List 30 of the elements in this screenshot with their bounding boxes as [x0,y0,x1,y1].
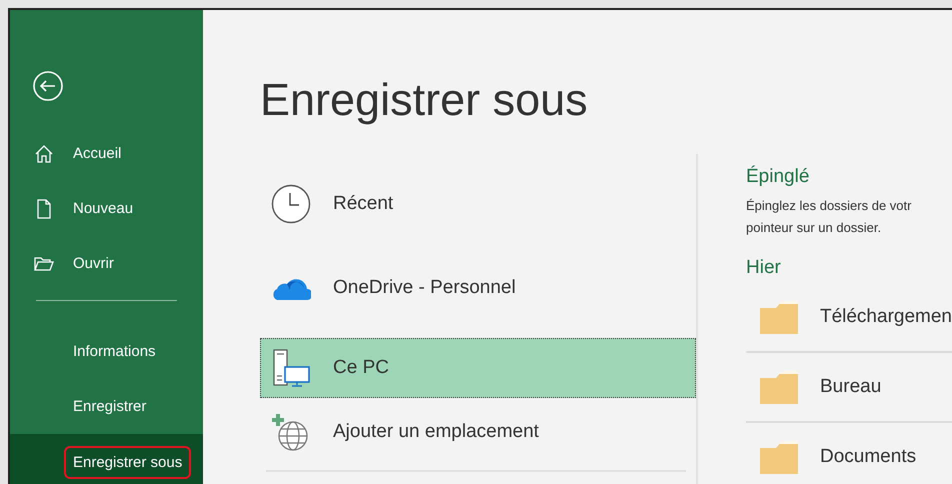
sidebar-item[interactable]: Informations [10,324,203,379]
sidebar-item[interactable]: Enregistrer [10,379,203,434]
section-heading: Hier [746,257,782,279]
folder-icon [760,440,798,474]
folder-icon [760,370,798,404]
home-icon [33,142,55,164]
description-text: pointeur sur un dossier. [746,219,882,237]
sidebar-item[interactable]: Ouvrir [10,236,203,291]
sidebar-item[interactable]: Nouveau [10,181,203,236]
folder-icon [760,300,798,334]
location-item[interactable]: Ajouter un emplacement [260,398,696,466]
computer-icon [271,348,311,388]
location-item[interactable]: Récent [260,170,696,238]
folder-item[interactable]: Bureau [746,353,952,423]
menu-label: Nouveau [72,199,134,219]
menu-label: Enregistrer [72,397,148,417]
sidebar-item[interactable]: Accueil [10,126,203,181]
clock-icon [271,184,311,224]
menu-label: Ouvrir [72,254,115,274]
sidebar-item[interactable]: Enregistrer sous [10,434,203,484]
folder-item[interactable]: Documents [746,423,952,484]
menu-label: Enregistrer sous [64,446,192,479]
menu-label: Informations [72,342,157,362]
location-item[interactable]: Ce PC [260,338,696,398]
page-title: Enregistrer sous [260,74,589,127]
location-item[interactable]: OneDrive - Personnel [260,254,696,322]
folder-item[interactable]: Téléchargemen [746,283,952,353]
menu-label: Accueil [72,144,122,164]
section-heading: Épinglé [746,166,810,188]
description-text: Épinglez les dossiers de votr [746,197,912,215]
